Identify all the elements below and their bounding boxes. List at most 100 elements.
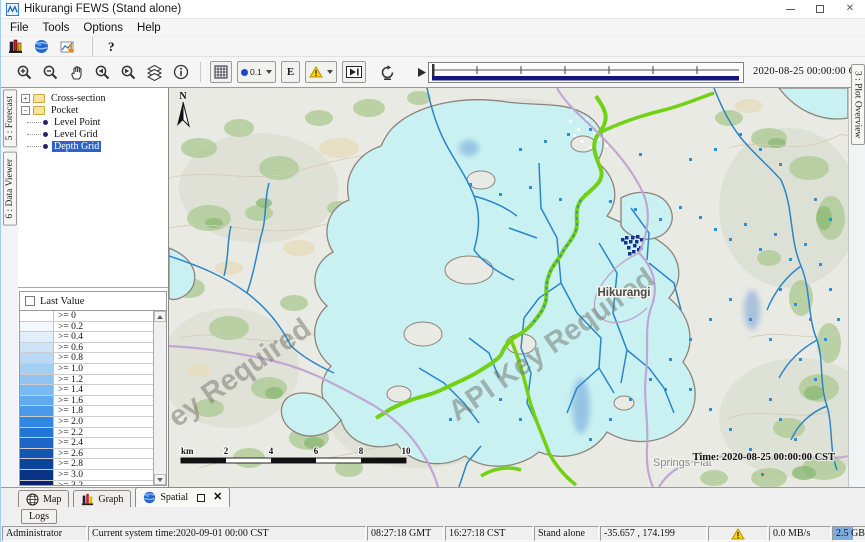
left-panel: + Cross-section − PocketLevel PointLevel Gr… (18, 88, 169, 487)
folder-icon (33, 106, 45, 115)
spatial-display-icon[interactable] (60, 39, 77, 54)
svg-text:km: km (181, 446, 194, 456)
scroll-down-icon[interactable] (154, 474, 166, 485)
map-canvas[interactable]: ey Required API Key Required Hikurangi S… (169, 88, 848, 487)
database-icon[interactable] (8, 39, 23, 54)
status-mode: Stand alone (534, 526, 599, 541)
globe-icon (143, 491, 156, 504)
tab-spatial[interactable]: Spatial ✕ (135, 487, 230, 507)
point-size-dropdown[interactable]: 0.1 (237, 61, 276, 83)
timeline-range-bar (432, 76, 739, 81)
legend-swatch (20, 406, 54, 416)
map-area[interactable]: ey Required API Key Required Hikurangi S… (169, 88, 848, 487)
window-controls: ✕ (775, 0, 865, 18)
minimize-button[interactable] (775, 0, 805, 18)
legend-row[interactable]: >= 0.6 (20, 343, 153, 354)
legend-row[interactable]: >= 0 (20, 311, 153, 322)
legend-swatch (20, 438, 54, 448)
title-bar: Hikurangi FEWS (Stand alone) ✕ (1, 0, 865, 19)
tree-item-pocket[interactable]: − Pocket (21, 104, 166, 116)
legend-row[interactable]: >= 3.0 (20, 470, 153, 481)
zoom-previous-button[interactable] (92, 61, 113, 83)
tree-item-label: Pocket (49, 105, 80, 116)
tab-data-viewer[interactable]: 6 : Data Viewer (3, 152, 17, 226)
legend-row[interactable]: >= 0.4 (20, 332, 153, 343)
status-bar: Administrator Current system time:2020-0… (1, 525, 865, 542)
globe-icon[interactable] (34, 39, 49, 54)
legend-row[interactable]: >= 1.6 (20, 396, 153, 407)
expand-icon[interactable]: + (21, 94, 30, 103)
legend-row[interactable]: >= 1.0 (20, 364, 153, 375)
tree-item-level-grid[interactable]: Level Grid (21, 128, 166, 140)
warning-threshold-dropdown[interactable] (305, 61, 337, 83)
tab-map-label: Map (43, 494, 61, 505)
legend-swatch (20, 353, 54, 363)
legend-row[interactable]: >= 2.6 (20, 449, 153, 460)
legend-row-label: >= 2.0 (54, 417, 153, 427)
legend-row[interactable]: >= 1.4 (20, 385, 153, 396)
menu-tools[interactable]: Tools (36, 22, 77, 34)
tree-item-depth-grid[interactable]: Depth Grid (21, 140, 166, 152)
collapse-icon[interactable]: − (21, 106, 30, 115)
zoom-next-button[interactable] (118, 61, 139, 83)
legend-row-label: >= 1.2 (54, 375, 153, 385)
logs-row: Logs (1, 507, 865, 525)
tab-plot-overview[interactable]: 3 : Plot Overview (851, 64, 865, 145)
layers-button[interactable] (144, 61, 165, 83)
menu-options[interactable]: Options (76, 22, 130, 34)
info-button[interactable] (170, 61, 191, 83)
legend-row[interactable]: >= 2.8 (20, 459, 153, 470)
status-network-speed: 0.0 MB/s (769, 526, 831, 541)
labels-toggle-button[interactable]: E (281, 61, 300, 83)
tree-item-level-point[interactable]: Level Point (21, 116, 166, 128)
legend-row[interactable]: >= 2.4 (20, 438, 153, 449)
tree-connector (27, 134, 41, 135)
legend-row[interactable]: >= 2.0 (20, 417, 153, 428)
status-coordinates: -35.657 , 174.199 (600, 526, 707, 541)
timeline-slider[interactable] (428, 62, 744, 83)
last-value-checkbox[interactable] (25, 296, 35, 306)
close-tab-icon[interactable]: ✕ (213, 492, 222, 503)
zoom-out-button[interactable] (40, 61, 61, 83)
grid-display-button[interactable] (210, 61, 232, 83)
legend-row[interactable]: >= 2.2 (20, 428, 153, 439)
legend-swatch (20, 417, 54, 427)
right-tab-strip: 3 : Plot Overview (848, 88, 865, 487)
scroll-up-icon[interactable] (154, 311, 166, 322)
legend-row[interactable]: >= 0.8 (20, 353, 153, 364)
legend-row[interactable]: >= 3.2 (20, 481, 153, 486)
main-toolbar: ? (1, 37, 865, 57)
legend-row[interactable]: >= 1.2 (20, 375, 153, 386)
status-user: Administrator (2, 526, 87, 541)
legend-row[interactable]: >= 0.2 (20, 322, 153, 333)
legend-swatch (20, 322, 54, 332)
logs-button[interactable]: Logs (21, 509, 57, 524)
town-label: Hikurangi (597, 287, 650, 299)
tree-item-label: Depth Grid (52, 141, 101, 152)
tree-item-cross-section[interactable]: + Cross-section (21, 92, 166, 104)
maximize-button[interactable] (805, 0, 835, 18)
tree-item-label: Cross-section (49, 93, 107, 104)
tab-map[interactable]: Map (18, 490, 69, 507)
status-alarm-cell (708, 526, 768, 541)
rotate-animation-button[interactable] (377, 61, 398, 83)
zoom-in-button[interactable] (14, 61, 35, 83)
tab-graph[interactable]: Graph (73, 490, 131, 507)
svg-text:2: 2 (224, 446, 229, 456)
menu-file[interactable]: File (3, 22, 36, 34)
legend-row[interactable]: >= 1.8 (20, 406, 153, 417)
menu-help[interactable]: Help (130, 22, 168, 34)
legend-scrollbar[interactable] (153, 311, 166, 485)
globe-wire-icon (26, 493, 39, 506)
tree-connector (27, 146, 41, 147)
maximize-tab-icon[interactable] (197, 494, 205, 502)
pan-hand-button[interactable] (66, 61, 87, 83)
tab-forecast[interactable]: 5 : Forecast (3, 89, 17, 147)
close-button[interactable]: ✕ (835, 0, 865, 18)
point-size-value: 0.1 (250, 67, 262, 77)
bullet-icon (43, 120, 48, 125)
chevron-down-icon (266, 70, 272, 74)
legend-row-label: >= 1.8 (54, 406, 153, 416)
animation-button[interactable] (342, 61, 366, 83)
help-button[interactable]: ? (108, 39, 115, 55)
